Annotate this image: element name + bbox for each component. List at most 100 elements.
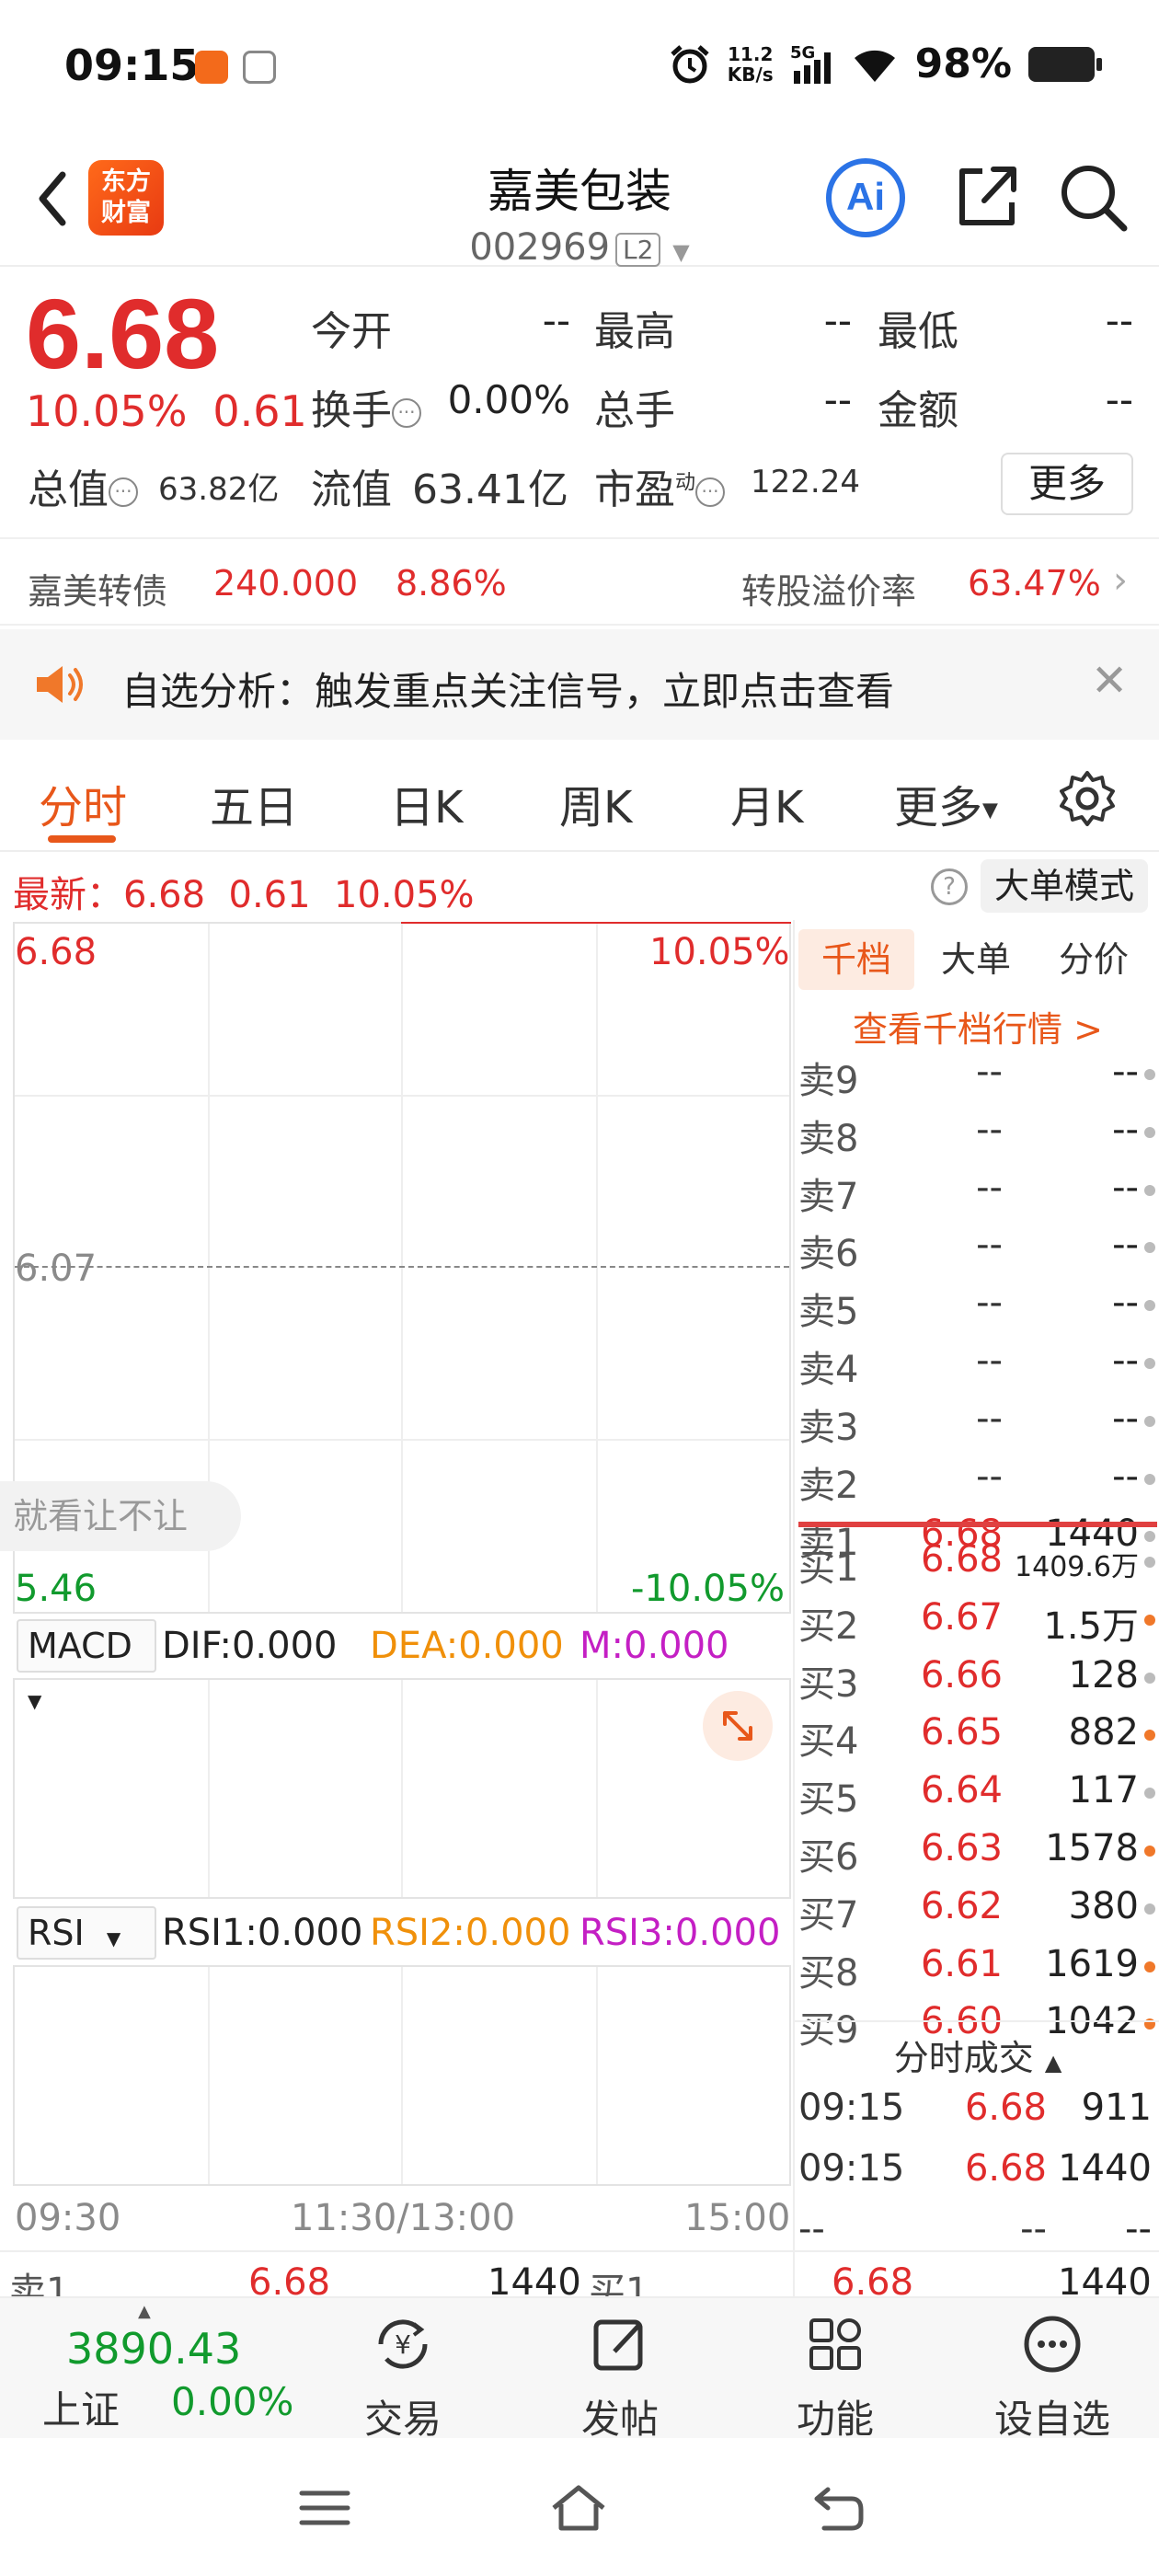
bid-row[interactable]: 买7 6.62 380	[798, 1881, 1155, 1937]
info-icon[interactable]: ···	[695, 477, 726, 507]
app-notification-icon	[243, 51, 276, 84]
low-label: 最低	[878, 308, 958, 355]
eastmoney-logo[interactable]: 东方 财富	[88, 160, 164, 236]
rsi3-value: RSI3:0.000	[580, 1912, 781, 1954]
turnover-label[interactable]: 换手 ···	[311, 377, 421, 436]
active-tab-indicator	[48, 835, 116, 843]
info-icon[interactable]: ···	[392, 398, 421, 428]
back-arrow-icon[interactable]	[26, 162, 81, 236]
level-price: 6.64	[920, 1769, 1003, 1812]
level-price: 6.65	[920, 1711, 1003, 1754]
trade-label: 交易	[363, 2397, 442, 2442]
total-cap-label[interactable]: 总值 ···	[28, 456, 138, 515]
latest-price: 6.68	[123, 874, 206, 916]
macd-dea: DEA:0.000	[370, 1625, 564, 1667]
grid-line	[596, 924, 598, 1612]
trade-button[interactable]: ¥ 交易	[329, 2311, 476, 2444]
status-bar: 09:15 11.2 KB/s 5G 98%	[0, 0, 1159, 138]
level-volume: 1619	[1045, 1942, 1139, 1985]
ai-assistant-button[interactable]: Ai	[826, 158, 905, 237]
axis-top-price: 6.68	[15, 931, 98, 973]
pe-label[interactable]: 市盈动 ···	[594, 456, 726, 515]
add-watchlist-button[interactable]: 设自选	[979, 2311, 1126, 2444]
level-label: 买1	[798, 1547, 859, 1590]
share-icon[interactable]	[947, 158, 1025, 236]
convertible-bond-row[interactable]: 嘉美转债 240.000 8.86% 转股溢价率 63.47% ›	[0, 537, 1159, 626]
big-order-mode-button[interactable]: 大单模式	[981, 859, 1148, 913]
bond-name: 嘉美转债	[28, 571, 168, 612]
level-volume: 128	[1068, 1653, 1139, 1696]
tick-time: --	[798, 2208, 825, 2250]
grid-line	[401, 1967, 403, 2184]
latest-change: 0.61	[228, 874, 311, 916]
info-icon[interactable]: ···	[109, 477, 138, 507]
gear-icon[interactable]	[1058, 769, 1117, 828]
grid-line	[208, 1967, 210, 2184]
change-percent: 10.05%	[26, 386, 188, 436]
peek-row: 卖1 6.68 1440 买1 6.68 1440	[0, 2250, 1159, 2296]
tab-daily-k[interactable]: 日K	[390, 771, 463, 835]
ticks-header[interactable]: 分时成交 ▲	[795, 2030, 1159, 2080]
level-volume: 117	[1068, 1769, 1139, 1812]
macd-selector[interactable]: MACD ▼	[17, 1619, 156, 1712]
chevron-right-icon: ›	[1113, 559, 1128, 602]
bid-row[interactable]: 买2 6.67 1.5万	[798, 1593, 1155, 1648]
bid-row[interactable]: 买1 6.68 1409.6万	[798, 1535, 1155, 1590]
tab-monthly-k[interactable]: 月K	[730, 771, 803, 835]
caret-up-icon: ▲	[138, 2302, 151, 2321]
grid-icon	[809, 2318, 861, 2370]
bid-row[interactable]: 买5 6.64 117	[798, 1765, 1155, 1821]
macd-m: M:0.000	[580, 1625, 729, 1667]
tab-more[interactable]: 更多▼	[894, 771, 998, 835]
home-icon[interactable]	[546, 2480, 611, 2536]
tab-intraday[interactable]: 分时	[39, 771, 127, 835]
close-icon[interactable]: ✕	[1091, 655, 1128, 707]
bid-row[interactable]: 买8 6.61 1619	[798, 1939, 1155, 1995]
level-dot-icon	[1144, 1788, 1155, 1800]
expand-icon[interactable]	[703, 1691, 773, 1761]
level-label: 买3	[798, 1662, 859, 1706]
index-pct: 0.00%	[171, 2379, 294, 2424]
change-amount: 0.61	[212, 386, 307, 436]
search-icon[interactable]	[1054, 158, 1131, 236]
yuan-exchange-icon: ¥	[378, 2319, 428, 2369]
float-cap-label: 流值	[311, 466, 392, 513]
tab-five-day[interactable]: 五日	[210, 771, 298, 835]
axis-top-pct: 10.05%	[649, 931, 790, 973]
level-volume: 1578	[1045, 1827, 1139, 1869]
volume-value: --	[823, 377, 852, 422]
tab-weekly-k[interactable]: 周K	[559, 771, 632, 835]
notice-text: 自选分析：触发重点关注信号，立即点击查看	[121, 669, 895, 714]
amount-label: 金额	[878, 387, 958, 434]
post-button[interactable]: 发帖	[546, 2311, 694, 2444]
peek-ask-volume: 1440	[488, 2261, 581, 2296]
bid-row[interactable]: 买4 6.65 882	[798, 1708, 1155, 1763]
functions-button[interactable]: 功能	[762, 2311, 909, 2444]
post-label: 发帖	[580, 2397, 659, 2442]
current-price: 6.68	[26, 278, 220, 389]
status-time: 09:15	[64, 40, 200, 90]
more-button[interactable]: 更多	[1001, 453, 1133, 515]
svg-text:5G: 5G	[790, 43, 815, 63]
menu-icon[interactable]	[293, 2480, 357, 2536]
level-dot-icon	[1144, 1903, 1155, 1915]
premium-label: 转股溢价率	[741, 571, 917, 612]
macd-dif: DIF:0.000	[162, 1625, 338, 1667]
level-label: 买2	[798, 1604, 859, 1648]
premium-value: 63.47%	[968, 563, 1101, 604]
price-limit-line	[401, 922, 791, 924]
svg-text:¥: ¥	[395, 2329, 411, 2360]
comment-bubble[interactable]: 就看让不让	[0, 1481, 241, 1551]
back-icon[interactable]	[806, 2480, 870, 2536]
level2-badge: L2	[615, 232, 661, 267]
help-icon[interactable]: ?	[931, 868, 968, 905]
grid-line	[401, 924, 403, 1612]
notice-banner[interactable]: 自选分析：触发重点关注信号，立即点击查看 ✕	[0, 629, 1159, 740]
rsi-selector[interactable]: RSI ▼	[17, 1906, 156, 1960]
bid-row[interactable]: 买6 6.63 1578	[798, 1823, 1155, 1879]
level-price: 6.61	[920, 1942, 1003, 1985]
alarm-icon	[671, 44, 709, 83]
bid-row[interactable]: 买3 6.66 128	[798, 1650, 1155, 1706]
bottom-toolbar: ▲ 3890.43 上证 0.00% ¥ 交易 发帖 功能 设自选	[0, 2296, 1159, 2442]
time-axis-mid: 11:30/13:00	[291, 2197, 516, 2239]
